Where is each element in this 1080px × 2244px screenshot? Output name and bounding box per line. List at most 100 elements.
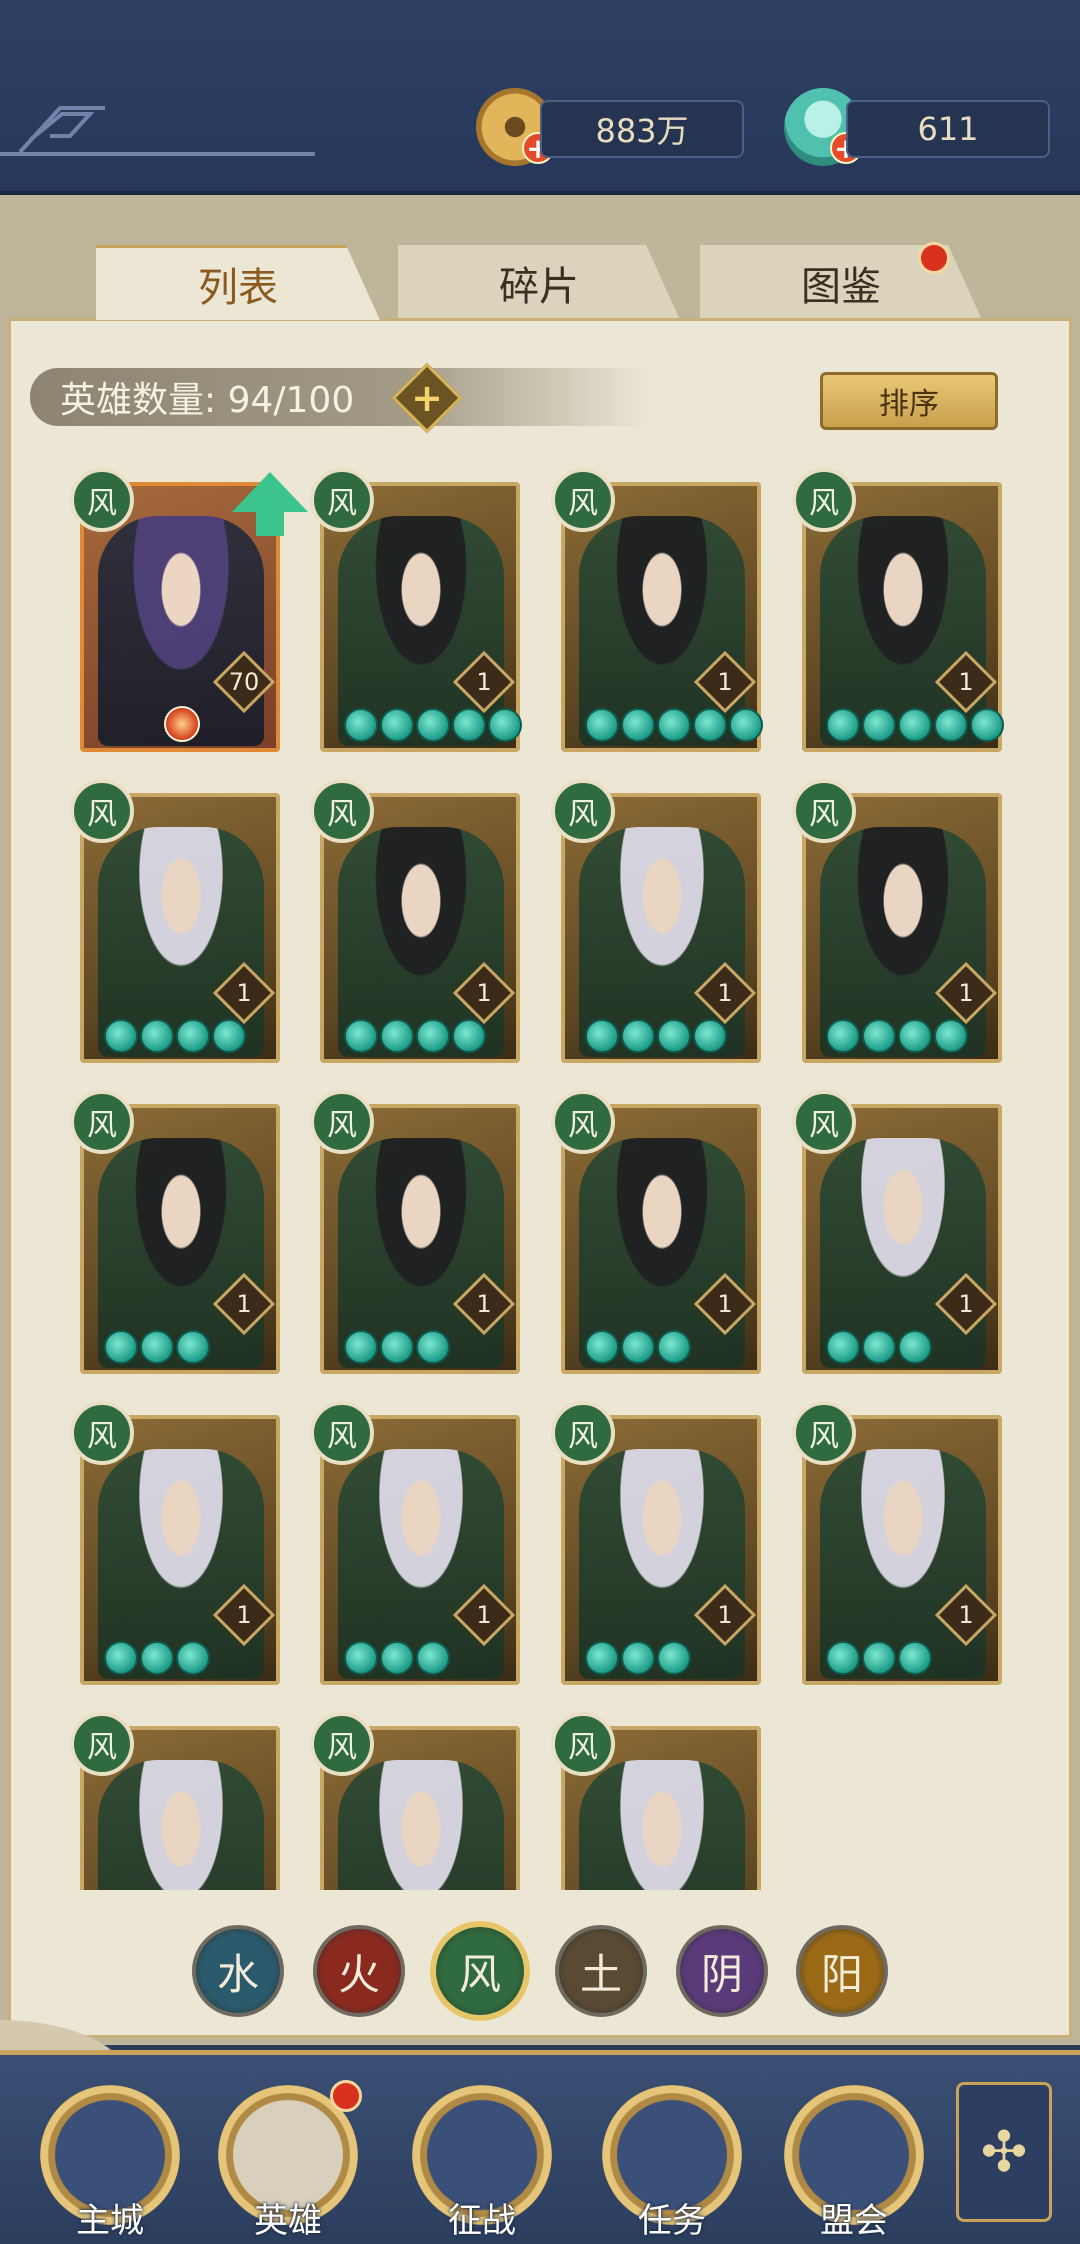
filter-fire-button[interactable]: 火 (313, 1925, 405, 2017)
sort-button[interactable]: 排序 (820, 372, 998, 430)
hero-card[interactable]: 风1 (792, 1401, 1002, 1685)
jade-star-icon (657, 1641, 691, 1675)
jade-star-icon (934, 708, 968, 742)
level-value: 1 (476, 979, 492, 1007)
hero-card[interactable]: 风1 (792, 1090, 1002, 1374)
hero-card[interactable]: 风 (70, 1712, 280, 1890)
hero-card[interactable]: 风1 (310, 1401, 520, 1685)
jade-star-icon (104, 1641, 138, 1675)
wind-element-icon: 风 (310, 1712, 374, 1776)
sort-label: 排序 (879, 387, 939, 422)
wind-element-icon: 风 (551, 779, 615, 843)
more-menu-button[interactable]: ✣ (956, 2082, 1052, 2222)
coins-display: 883万 (540, 100, 744, 158)
hero-card[interactable]: 风 (551, 1712, 761, 1890)
tab-codex-label: 图鉴 (801, 263, 881, 310)
jade-star-icon (621, 708, 655, 742)
hero-card[interactable]: 风1 (310, 468, 522, 752)
level-value: 1 (717, 979, 733, 1007)
water-element-icon: 水 (216, 1949, 259, 1999)
jade-star-icon (970, 708, 1004, 742)
hero-card[interactable]: 风 70 (70, 468, 308, 752)
star-row (585, 1330, 691, 1366)
hero-card[interactable]: 风1 (70, 779, 280, 1063)
bottom-nav: 主城 英雄 征战 任务 盟会 (0, 2050, 1080, 2244)
hero-card[interactable]: 风1 (551, 468, 763, 752)
tab-fragments-label: 碎片 (499, 263, 579, 310)
wind-element-icon: 风 (551, 468, 615, 532)
filter-wind-button[interactable]: 风 (430, 1921, 530, 2021)
star-row (104, 1019, 246, 1055)
jade-star-icon (380, 1330, 414, 1364)
hero-card[interactable]: 风1 (551, 1401, 761, 1685)
jade-star-icon (826, 1641, 860, 1675)
wind-element-icon: 风 (310, 1090, 374, 1154)
yin-element-icon: 阴 (700, 1949, 743, 1999)
fire-element-icon: 火 (337, 1949, 380, 1999)
wind-element-icon: 风 (551, 1090, 615, 1154)
hero-card[interactable]: 风1 (551, 779, 761, 1063)
jade-star-icon (344, 708, 378, 742)
coins-value: 883万 (595, 112, 689, 150)
jade-star-icon (212, 1019, 246, 1053)
hero-card[interactable]: 风 (310, 1712, 520, 1890)
hero-portrait (98, 1760, 264, 1890)
star-row (344, 1641, 450, 1677)
jade-star-icon (344, 1019, 378, 1053)
hero-card[interactable]: 风1 (310, 779, 520, 1063)
star-row (104, 1330, 210, 1366)
hero-card[interactable]: 风1 (792, 468, 1004, 752)
tab-list[interactable]: 列表 (96, 245, 380, 320)
jade-star-icon (693, 708, 727, 742)
jade-star-icon (729, 708, 763, 742)
level-value: 1 (958, 668, 974, 696)
jade-star-icon (585, 1641, 619, 1675)
jade-star-icon (585, 708, 619, 742)
filter-water-button[interactable]: 水 (192, 1925, 284, 2017)
jade-star-icon (621, 1641, 655, 1675)
level-value: 1 (236, 1290, 252, 1318)
hero-card[interactable]: 风1 (70, 1401, 280, 1685)
star-row (344, 1019, 486, 1055)
codex-notification-dot (918, 242, 950, 274)
upgrade-arrow-icon (232, 472, 308, 512)
jade-star-icon (585, 1019, 619, 1053)
level-value: 1 (958, 1601, 974, 1629)
wind-element-icon: 风 (551, 1401, 615, 1465)
level-value: 1 (236, 979, 252, 1007)
hero-card[interactable]: 风1 (792, 779, 1002, 1063)
jade-star-icon (488, 708, 522, 742)
jade-star-icon (862, 1019, 896, 1053)
wind-element-icon: 风 (70, 779, 134, 843)
tab-list-label: 列表 (198, 265, 278, 311)
level-value: 1 (717, 1290, 733, 1318)
nav-alliance-label: 盟会 (820, 2201, 888, 2241)
star-row (826, 1330, 932, 1366)
earth-element-icon: 土 (579, 1949, 622, 1999)
jade-star-icon (826, 1019, 860, 1053)
level-value: 70 (228, 668, 260, 696)
jade-star-icon (140, 1330, 174, 1364)
level-value: 1 (958, 979, 974, 1007)
hero-card[interactable]: 风1 (70, 1090, 280, 1374)
pattern-deco-icon (0, 106, 315, 156)
jade-star-icon (621, 1019, 655, 1053)
level-value: 1 (717, 1601, 733, 1629)
wind-element-icon: 风 (310, 468, 374, 532)
filter-earth-button[interactable]: 土 (555, 1925, 647, 2017)
hero-card[interactable]: 风1 (310, 1090, 520, 1374)
filter-yin-button[interactable]: 阴 (676, 1925, 768, 2017)
hero-portrait (579, 1760, 745, 1890)
tab-fragments[interactable]: 碎片 (398, 245, 680, 320)
nav-quests-label: 任务 (638, 2201, 706, 2241)
jade-star-icon (826, 1330, 860, 1364)
filter-yang-button[interactable]: 阳 (796, 1925, 888, 2017)
star-row (344, 708, 522, 744)
jade-star-icon (380, 1641, 414, 1675)
star-row (344, 1330, 450, 1366)
jade-star-icon (452, 708, 486, 742)
jade-star-icon (380, 708, 414, 742)
hero-card[interactable]: 风1 (551, 1090, 761, 1374)
level-value: 1 (476, 668, 492, 696)
jade-star-icon (934, 1019, 968, 1053)
